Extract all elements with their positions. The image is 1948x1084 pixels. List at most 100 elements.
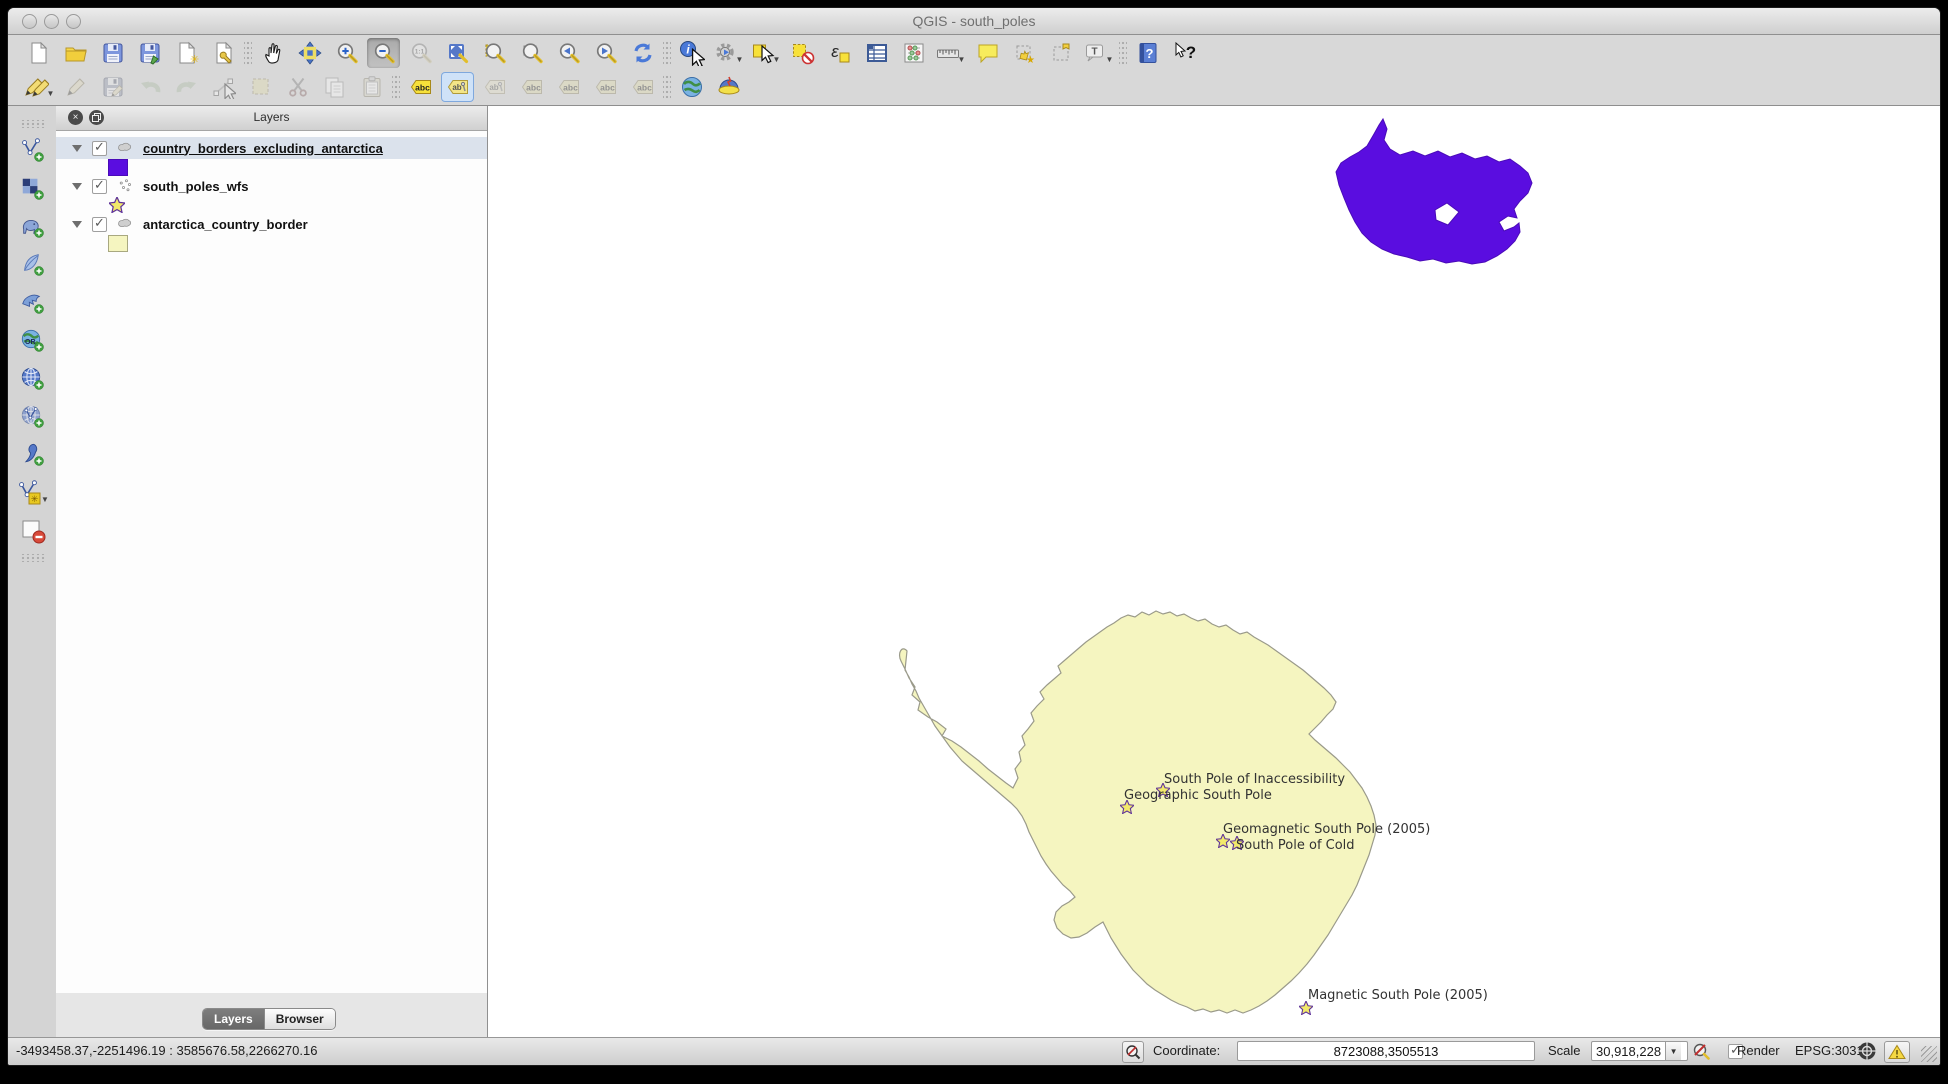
plugin-button[interactable] bbox=[712, 72, 745, 102]
layer-row-antarctica-border[interactable]: antarctica_country_border bbox=[56, 213, 487, 235]
refresh-map-button[interactable] bbox=[626, 38, 659, 68]
zoom-next-button[interactable] bbox=[589, 38, 622, 68]
labeling-options-button[interactable] bbox=[404, 72, 437, 102]
zoom-out-button[interactable] bbox=[367, 38, 400, 68]
main-toolbar: ✳ 1:1 i ▼ ▼ ε ▼ ★ T▼ ? bbox=[22, 37, 1201, 69]
select-by-expression-button[interactable]: ε bbox=[823, 38, 856, 68]
undo-button[interactable] bbox=[133, 72, 166, 102]
deselect-features-button[interactable] bbox=[786, 38, 819, 68]
layer-visibility-checkbox[interactable] bbox=[92, 217, 107, 232]
pole-marker-magnetic[interactable] bbox=[1299, 1001, 1313, 1015]
add-spatialite-layer-button[interactable] bbox=[17, 250, 49, 280]
log-messages-button[interactable] bbox=[1884, 1041, 1910, 1063]
svg-text:✳: ✳ bbox=[190, 54, 199, 65]
add-oracle-layer-button[interactable]: OR bbox=[17, 326, 49, 356]
add-mssql-layer-button[interactable] bbox=[17, 288, 49, 318]
layer-symbol-star[interactable] bbox=[109, 197, 126, 214]
title-bar[interactable]: QGIS - south_poles bbox=[8, 8, 1940, 35]
select-features-button[interactable]: ▼ bbox=[749, 38, 782, 68]
run-feature-action-button[interactable]: ▼ bbox=[712, 38, 745, 68]
scale-combobox[interactable]: 30,918,228 ▼ bbox=[1591, 1041, 1688, 1061]
map-label-cold: South Pole of Cold bbox=[1236, 838, 1355, 853]
redo-button[interactable] bbox=[170, 72, 203, 102]
zoom-last-button[interactable] bbox=[552, 38, 585, 68]
layer-row-south-poles-wfs[interactable]: south_poles_wfs bbox=[56, 175, 487, 197]
status-bar: -3493458.37,-2251496.19 : 3585676.58,226… bbox=[8, 1037, 1940, 1065]
open-project-button[interactable] bbox=[59, 38, 92, 68]
identify-button[interactable]: i bbox=[675, 38, 708, 68]
map-label-magnetic: Magnetic South Pole (2005) bbox=[1308, 988, 1488, 1003]
new-print-composer-button[interactable]: ✳ bbox=[170, 38, 203, 68]
tab-browser[interactable]: Browser bbox=[264, 1009, 335, 1029]
pan-map-button[interactable] bbox=[256, 38, 289, 68]
expand-arrow-icon[interactable] bbox=[72, 145, 82, 152]
new-bookmark-button[interactable]: ★ bbox=[1008, 38, 1041, 68]
save-project-as-button[interactable] bbox=[133, 38, 166, 68]
zoom-to-layer-button[interactable] bbox=[515, 38, 548, 68]
show-hide-labels-button[interactable] bbox=[626, 72, 659, 102]
layer-name[interactable]: country_borders_excluding_antarctica bbox=[143, 141, 383, 156]
copy-features-button[interactable] bbox=[318, 72, 351, 102]
layer-row-country-borders[interactable]: country_borders_excluding_antarctica bbox=[56, 137, 487, 159]
crs-status-button[interactable] bbox=[1857, 1041, 1877, 1061]
layer-name[interactable]: antarctica_country_border bbox=[143, 217, 308, 232]
zoom-native-button[interactable]: 1:1 bbox=[404, 38, 437, 68]
help-contents-button[interactable] bbox=[1131, 38, 1164, 68]
map-tips-button[interactable] bbox=[971, 38, 1004, 68]
tracking-icon bbox=[1125, 1044, 1141, 1060]
composer-manager-button[interactable] bbox=[207, 38, 240, 68]
paste-features-button[interactable] bbox=[355, 72, 388, 102]
pan-to-selection-button[interactable] bbox=[293, 38, 326, 68]
expand-arrow-icon[interactable] bbox=[72, 221, 82, 228]
resize-grip[interactable] bbox=[1921, 1046, 1937, 1062]
show-bookmarks-button[interactable] bbox=[1045, 38, 1078, 68]
stop-render-button[interactable] bbox=[1691, 1041, 1711, 1061]
extents-toggle-button[interactable] bbox=[1122, 1041, 1144, 1063]
scale-value: 30,918,228 bbox=[1592, 1044, 1665, 1059]
text-annotation-button[interactable]: T▼ bbox=[1082, 38, 1115, 68]
svg-text:★: ★ bbox=[1026, 55, 1035, 65]
scale-dropdown-icon[interactable]: ▼ bbox=[1665, 1042, 1681, 1060]
open-attribute-table-button[interactable] bbox=[860, 38, 893, 68]
zoom-to-selection-button[interactable] bbox=[478, 38, 511, 68]
coordinate-capture-button[interactable] bbox=[675, 72, 708, 102]
save-project-button[interactable] bbox=[96, 38, 129, 68]
save-layer-edits-button[interactable] bbox=[96, 72, 129, 102]
layer-visibility-checkbox[interactable] bbox=[92, 179, 107, 194]
zoom-full-button[interactable] bbox=[441, 38, 474, 68]
current-edits-button[interactable]: ▼ bbox=[22, 72, 55, 102]
rotate-label-button[interactable] bbox=[552, 72, 585, 102]
highlight-labels-button[interactable] bbox=[478, 72, 511, 102]
statistical-summary-button[interactable] bbox=[897, 38, 930, 68]
whats-this-button[interactable]: ? bbox=[1168, 38, 1201, 68]
coordinate-input[interactable] bbox=[1237, 1041, 1535, 1061]
layer-visibility-checkbox[interactable] bbox=[92, 141, 107, 156]
manage-layers-toolbar: OR ✳▼ bbox=[10, 110, 56, 1038]
zoom-in-button[interactable] bbox=[330, 38, 363, 68]
add-postgis-layer-button[interactable] bbox=[17, 212, 49, 242]
add-wms-layer-button[interactable] bbox=[17, 364, 49, 394]
map-canvas[interactable]: South Pole of Inaccessibility Geographic… bbox=[488, 106, 1940, 1038]
toggle-editing-button[interactable] bbox=[59, 72, 92, 102]
node-tool-button[interactable] bbox=[207, 72, 240, 102]
dropdown-arrow-icon: ▼ bbox=[1106, 55, 1114, 68]
new-shapefile-layer-button[interactable]: ✳▼ bbox=[17, 478, 49, 508]
cut-features-button[interactable] bbox=[281, 72, 314, 102]
remove-layer-button[interactable] bbox=[17, 516, 49, 546]
layers-panel: × Layers country_borders_excluding_antar… bbox=[56, 106, 488, 1038]
add-raster-layer-button[interactable] bbox=[17, 174, 49, 204]
change-label-button[interactable] bbox=[589, 72, 622, 102]
measure-button[interactable]: ▼ bbox=[934, 38, 967, 68]
layer-symbol-swatch[interactable] bbox=[108, 159, 128, 176]
add-wfs-layer-button[interactable] bbox=[17, 402, 49, 432]
pin-labels-button[interactable] bbox=[441, 72, 474, 102]
add-delimited-text-layer-button[interactable] bbox=[17, 440, 49, 470]
tab-layers[interactable]: Layers bbox=[203, 1009, 264, 1029]
add-feature-button[interactable] bbox=[244, 72, 277, 102]
add-vector-layer-button[interactable] bbox=[17, 136, 49, 166]
layer-name[interactable]: south_poles_wfs bbox=[143, 179, 248, 194]
move-label-button[interactable] bbox=[515, 72, 548, 102]
layer-symbol-swatch[interactable] bbox=[108, 235, 128, 252]
expand-arrow-icon[interactable] bbox=[72, 183, 82, 190]
new-project-button[interactable] bbox=[22, 38, 55, 68]
